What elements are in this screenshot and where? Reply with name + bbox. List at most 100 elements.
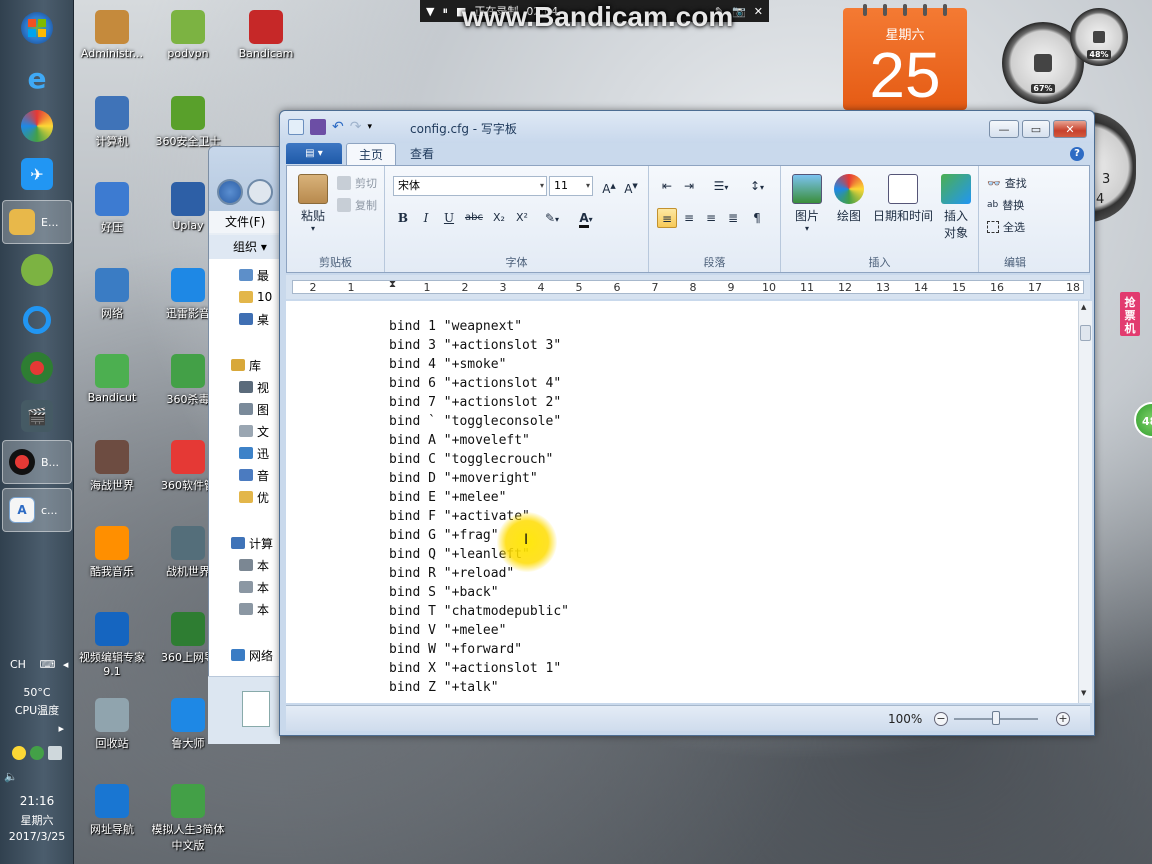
- desktop-icon[interactable]: 网络: [72, 268, 152, 321]
- document-area[interactable]: bind 1 "weapnext" bind 3 "+actionslot 3" b…: [286, 301, 1078, 703]
- document-line[interactable]: bind 6 "+actionslot 4": [389, 374, 569, 393]
- document-line[interactable]: bind V "+melee": [389, 621, 569, 640]
- shrink-font-button[interactable]: A▼: [621, 176, 641, 196]
- tray-arrow-icon[interactable]: ◂: [63, 658, 69, 671]
- bold-button[interactable]: B: [393, 208, 413, 228]
- grow-font-button[interactable]: A▲: [599, 176, 619, 196]
- document-line[interactable]: bind 1 "weapnext": [389, 317, 569, 336]
- qat-customize-icon[interactable]: ▾: [367, 122, 372, 132]
- vertical-scrollbar[interactable]: ▲ ▼: [1078, 301, 1092, 703]
- desktop-icon[interactable]: 视频编辑专家9.1: [72, 612, 152, 678]
- document-line[interactable]: bind 3 "+actionslot 3": [389, 336, 569, 355]
- desktop-icon[interactable]: 海战世界: [72, 440, 152, 493]
- app-menu-button[interactable]: ▤ ▾: [286, 143, 342, 164]
- tab-home[interactable]: 主页: [346, 143, 397, 165]
- desktop-icon[interactable]: 好压: [72, 182, 152, 235]
- clock-weekday[interactable]: 星期六: [0, 812, 74, 828]
- wordpad-app-icon[interactable]: [288, 119, 304, 135]
- desktop-icon[interactable]: Bandicut: [72, 354, 152, 404]
- clock-time[interactable]: 21:16: [0, 794, 74, 808]
- taskbar-wordpad[interactable]: A c...: [2, 488, 72, 532]
- maximize-button[interactable]: ▭: [1022, 120, 1050, 138]
- title-bar[interactable]: ↶ ↷ ▾ config.cfg - 写字板 — ▭ ✕: [280, 111, 1094, 143]
- zoom-slider-thumb[interactable]: [992, 711, 1000, 725]
- pause-icon[interactable]: ⏸: [442, 4, 448, 18]
- save-icon[interactable]: [310, 119, 326, 135]
- replace-button[interactable]: ab 替换: [987, 196, 1024, 214]
- taskbar-video-editor[interactable]: 🎬: [6, 394, 68, 438]
- find-button[interactable]: 👓 查找: [987, 174, 1027, 192]
- undo-icon[interactable]: ↶: [332, 119, 344, 135]
- desktop-icon[interactable]: 360安全卫士: [148, 96, 228, 149]
- taskbar-ie[interactable]: e: [6, 56, 68, 100]
- window-close-button[interactable]: ✕: [1053, 120, 1087, 138]
- italic-button[interactable]: I: [416, 208, 436, 228]
- network-tray-icon[interactable]: [48, 746, 62, 760]
- tree-item[interactable]: 本: [239, 555, 269, 575]
- back-button[interactable]: [217, 179, 243, 205]
- tab-view[interactable]: 查看: [398, 143, 446, 165]
- font-family-select[interactable]: 宋体 ▾: [393, 176, 547, 196]
- ticket-grabber-widget[interactable]: 抢票机: [1120, 292, 1140, 336]
- volume-icon[interactable]: 🔈: [0, 770, 74, 783]
- tree-item[interactable]: 10: [239, 287, 272, 307]
- close-icon[interactable]: ✕: [754, 5, 763, 18]
- increase-indent-button[interactable]: ⇥: [679, 176, 699, 196]
- paste-button[interactable]: 粘贴 ▾: [293, 174, 333, 233]
- desktop-icon[interactable]: 模拟人生3简体中文版: [148, 784, 228, 853]
- redo-icon[interactable]: ↷: [350, 119, 362, 135]
- desktop-icon[interactable]: 酷我音乐: [72, 526, 152, 579]
- cut-button[interactable]: 剪切: [337, 174, 377, 192]
- align-right-button[interactable]: ≡: [701, 208, 721, 228]
- subscript-button[interactable]: X₂: [489, 208, 509, 228]
- select-all-button[interactable]: 全选: [987, 218, 1025, 236]
- forward-button[interactable]: [247, 179, 273, 205]
- taskbar-green-app[interactable]: [6, 248, 68, 292]
- align-left-button[interactable]: ≡: [657, 208, 677, 228]
- tree-item[interactable]: 桌: [239, 309, 269, 329]
- datetime-button[interactable]: 日期和时间: [871, 174, 935, 224]
- highlight-color-button[interactable]: ✎▾: [537, 208, 567, 228]
- tree-item[interactable]: 本: [239, 599, 269, 619]
- zoom-in-button[interactable]: +: [1056, 712, 1070, 726]
- document-line[interactable]: bind E "+melee": [389, 488, 569, 507]
- strikethrough-button[interactable]: abc: [462, 208, 486, 228]
- desktop-icon[interactable]: podvpn: [148, 10, 228, 60]
- copy-button[interactable]: 复制: [337, 196, 377, 214]
- indent-marker-icon[interactable]: ⧗: [389, 279, 396, 290]
- document-line[interactable]: bind W "+forward": [389, 640, 569, 659]
- document-line[interactable]: bind T "chatmodepublic": [389, 602, 569, 621]
- taskbar-bird-app[interactable]: ✈: [6, 152, 68, 196]
- tree-item[interactable]: 图: [239, 399, 269, 419]
- document-line[interactable]: bind 7 "+actionslot 2": [389, 393, 569, 412]
- justify-button[interactable]: ≣: [723, 208, 743, 228]
- taskbar-bandicam[interactable]: B...: [2, 440, 72, 484]
- paragraph-button[interactable]: ¶: [747, 208, 767, 228]
- document-line[interactable]: bind 4 "+smoke": [389, 355, 569, 374]
- document-text[interactable]: bind 1 "weapnext" bind 3 "+actionslot 3" b…: [389, 317, 569, 697]
- document-line[interactable]: bind ` "toggleconsole": [389, 412, 569, 431]
- taskbar-explorer[interactable]: E...: [2, 200, 72, 244]
- underline-button[interactable]: U: [439, 208, 459, 228]
- desktop-icon[interactable]: Bandicam: [226, 10, 306, 60]
- tree-item[interactable]: 网络: [231, 645, 273, 665]
- tree-item[interactable]: 迅: [239, 443, 269, 463]
- plus-tray-icon[interactable]: [12, 746, 26, 760]
- taskbar-record-app[interactable]: [6, 346, 68, 390]
- align-center-button[interactable]: ≡: [679, 208, 699, 228]
- zoom-out-button[interactable]: −: [934, 712, 948, 726]
- tray-expand-icon[interactable]: ▸: [0, 722, 74, 735]
- floating-ball-widget[interactable]: 48: [1134, 402, 1152, 438]
- tree-item[interactable]: 音: [239, 465, 269, 485]
- clock-date[interactable]: 2017/3/25: [0, 830, 74, 843]
- tree-item[interactable]: 计算: [231, 533, 273, 553]
- taskbar-360-browser[interactable]: [6, 104, 68, 148]
- desktop-icon[interactable]: 回收站: [72, 698, 152, 751]
- decrease-indent-button[interactable]: ⇤: [657, 176, 677, 196]
- document-line[interactable]: bind A "+moveleft": [389, 431, 569, 450]
- scrollbar-thumb[interactable]: [1080, 325, 1091, 341]
- help-icon[interactable]: ?: [1070, 147, 1084, 161]
- tree-item[interactable]: 优: [239, 487, 269, 507]
- document-line[interactable]: bind S "+back": [389, 583, 569, 602]
- start-button[interactable]: [6, 6, 68, 50]
